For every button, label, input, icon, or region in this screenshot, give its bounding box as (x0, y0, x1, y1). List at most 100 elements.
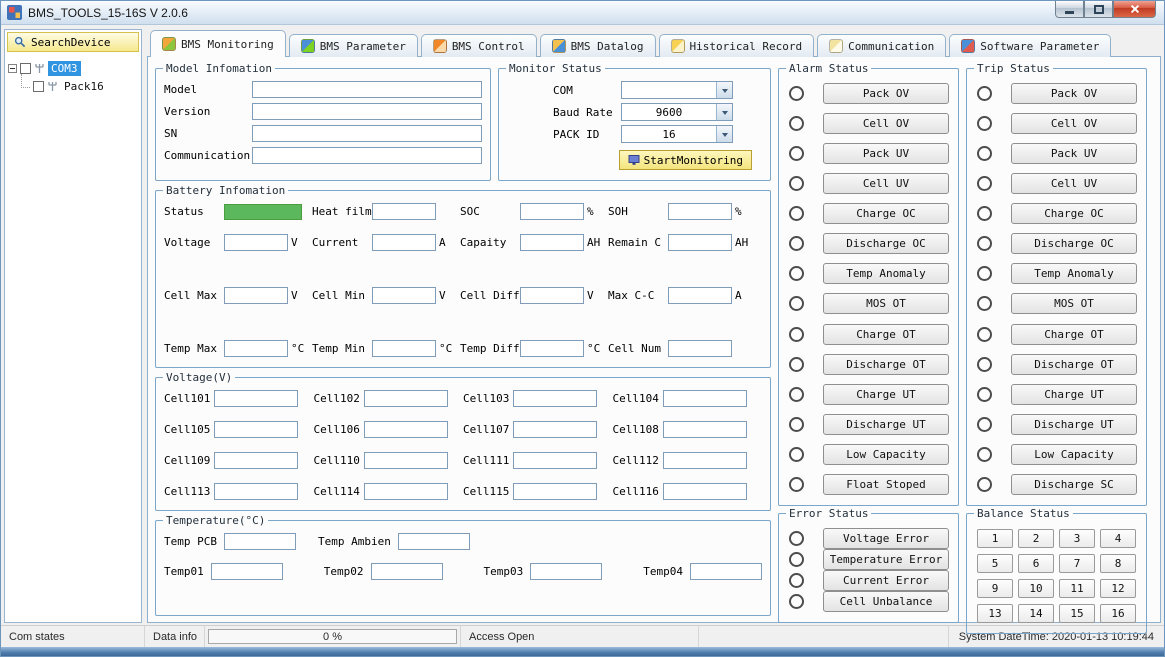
remain-c-input[interactable] (668, 234, 732, 251)
low-capacity-button[interactable]: Low Capacity (823, 444, 949, 465)
balance-cell-16[interactable]: 16 (1100, 604, 1136, 623)
com-select[interactable] (621, 81, 733, 99)
balance-cell-3[interactable]: 3 (1059, 529, 1095, 548)
tab-historical-record[interactable]: Historical Record (659, 34, 815, 57)
cell115-input[interactable] (513, 483, 597, 500)
voltage-input[interactable] (224, 234, 288, 251)
temperature-error-button[interactable]: Temperature Error (823, 549, 949, 570)
close-button[interactable] (1113, 1, 1156, 18)
balance-cell-12[interactable]: 12 (1100, 579, 1136, 598)
discharge-ut-button[interactable]: Discharge UT (1011, 414, 1137, 435)
pack-ov-button[interactable]: Pack OV (1011, 83, 1137, 104)
cell-ov-button[interactable]: Cell OV (1011, 113, 1137, 134)
sn-input[interactable] (252, 125, 482, 142)
heat-film-input[interactable] (372, 203, 436, 220)
tab-bms-datalog[interactable]: BMS Datalog (540, 34, 656, 57)
cell104-input[interactable] (663, 390, 747, 407)
dropdown-arrow-icon[interactable] (716, 126, 732, 142)
com3-checkbox[interactable] (20, 63, 31, 74)
mos-ot-button[interactable]: MOS OT (823, 293, 949, 314)
cell-max-input[interactable] (224, 287, 288, 304)
balance-cell-10[interactable]: 10 (1018, 579, 1054, 598)
cell110-input[interactable] (364, 452, 448, 469)
cell116-input[interactable] (663, 483, 747, 500)
cell-ov-button[interactable]: Cell OV (823, 113, 949, 134)
temp-max-input[interactable] (224, 340, 288, 357)
cell103-input[interactable] (513, 390, 597, 407)
balance-cell-2[interactable]: 2 (1018, 529, 1054, 548)
pack-ov-button[interactable]: Pack OV (823, 83, 949, 104)
tree-expander-icon[interactable] (8, 64, 17, 73)
float-stoped-button[interactable]: Float Stoped (823, 474, 949, 495)
cell111-input[interactable] (513, 452, 597, 469)
pack-id-select[interactable]: 16 (621, 125, 733, 143)
discharge-ut-button[interactable]: Discharge UT (823, 414, 949, 435)
balance-cell-11[interactable]: 11 (1059, 579, 1095, 598)
cell108-input[interactable] (663, 421, 747, 438)
voltage-error-button[interactable]: Voltage Error (823, 528, 949, 549)
charge-oc-button[interactable]: Charge OC (823, 203, 949, 224)
low-capacity-button[interactable]: Low Capacity (1011, 444, 1137, 465)
balance-cell-13[interactable]: 13 (977, 604, 1013, 623)
cell102-input[interactable] (364, 390, 448, 407)
discharge-ot-button[interactable]: Discharge OT (1011, 354, 1137, 375)
balance-cell-5[interactable]: 5 (977, 554, 1013, 573)
model-input[interactable] (252, 81, 482, 98)
temp02-input[interactable] (371, 563, 443, 580)
charge-ut-button[interactable]: Charge UT (823, 384, 949, 405)
charge-ot-button[interactable]: Charge OT (823, 324, 949, 345)
temp-anomaly-button[interactable]: Temp Anomaly (823, 263, 949, 284)
cell-uv-button[interactable]: Cell UV (1011, 173, 1137, 194)
cell101-input[interactable] (214, 390, 298, 407)
pack16-checkbox[interactable] (33, 81, 44, 92)
temp04-input[interactable] (690, 563, 762, 580)
discharge-ot-button[interactable]: Discharge OT (823, 354, 949, 375)
cell107-input[interactable] (513, 421, 597, 438)
cell109-input[interactable] (214, 452, 298, 469)
discharge-sc-button[interactable]: Discharge SC (1011, 474, 1137, 495)
cell106-input[interactable] (364, 421, 448, 438)
mos-ot-button[interactable]: MOS OT (1011, 293, 1137, 314)
tab-bms-control[interactable]: BMS Control (421, 34, 537, 57)
temp-min-input[interactable] (372, 340, 436, 357)
temp03-input[interactable] (530, 563, 602, 580)
temp-diff-input[interactable] (520, 340, 584, 357)
temp-anomaly-button[interactable]: Temp Anomaly (1011, 263, 1137, 284)
temp-pcb-input[interactable] (224, 533, 296, 550)
cell-uv-button[interactable]: Cell UV (823, 173, 949, 194)
pack-uv-button[interactable]: Pack UV (823, 143, 949, 164)
temp01-input[interactable] (211, 563, 283, 580)
charge-ot-button[interactable]: Charge OT (1011, 324, 1137, 345)
soc-input[interactable] (520, 203, 584, 220)
tab-software-parameter[interactable]: Software Parameter (949, 34, 1111, 57)
balance-cell-4[interactable]: 4 (1100, 529, 1136, 548)
tab-communication[interactable]: Communication (817, 34, 946, 57)
temp-ambien-input[interactable] (398, 533, 470, 550)
version-input[interactable] (252, 103, 482, 120)
balance-cell-9[interactable]: 9 (977, 579, 1013, 598)
discharge-oc-button[interactable]: Discharge OC (1011, 233, 1137, 254)
maximize-button[interactable] (1084, 1, 1113, 18)
baud-rate-select[interactable]: 9600 (621, 103, 733, 121)
start-monitoring-button[interactable]: StartMonitoring (619, 150, 752, 170)
balance-cell-1[interactable]: 1 (977, 529, 1013, 548)
charge-ut-button[interactable]: Charge UT (1011, 384, 1137, 405)
cell-num-input[interactable] (668, 340, 732, 357)
balance-cell-6[interactable]: 6 (1018, 554, 1054, 573)
cell113-input[interactable] (214, 483, 298, 500)
tree-node-pack16[interactable]: Pack16 (8, 77, 138, 95)
balance-cell-8[interactable]: 8 (1100, 554, 1136, 573)
dropdown-arrow-icon[interactable] (716, 82, 732, 98)
cell112-input[interactable] (663, 452, 747, 469)
discharge-oc-button[interactable]: Discharge OC (823, 233, 949, 254)
cell-min-input[interactable] (372, 287, 436, 304)
dropdown-arrow-icon[interactable] (716, 104, 732, 120)
balance-cell-14[interactable]: 14 (1018, 604, 1054, 623)
tab-bms-monitoring[interactable]: BMS Monitoring (150, 30, 286, 57)
current-error-button[interactable]: Current Error (823, 570, 949, 591)
current-input[interactable] (372, 234, 436, 251)
cell114-input[interactable] (364, 483, 448, 500)
charge-oc-button[interactable]: Charge OC (1011, 203, 1137, 224)
cell-unbalance-button[interactable]: Cell Unbalance (823, 591, 949, 612)
max-c-c-input[interactable] (668, 287, 732, 304)
